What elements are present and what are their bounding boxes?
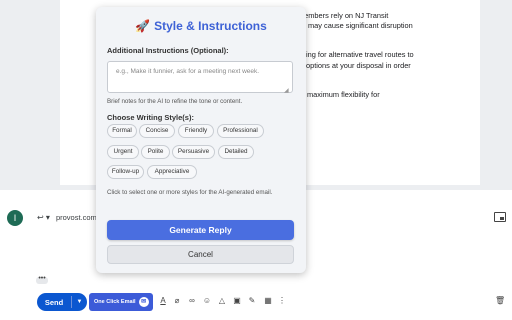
generate-reply-button[interactable]: Generate Reply (107, 220, 294, 240)
style-chip-follow-up[interactable]: Follow-up (107, 165, 144, 179)
writing-styles-label: Choose Writing Style(s): (107, 113, 194, 122)
style-instructions-dialog: 🚀 Style & Instructions Additional Instruc… (96, 7, 306, 273)
instructions-textarea[interactable]: e.g., Make it funnier, ask for a meeting… (107, 61, 293, 93)
more-options-icon[interactable]: ⋮ (277, 296, 287, 306)
avatar: I (7, 210, 23, 226)
instructions-hint: Brief notes for the AI to refine the ton… (107, 98, 243, 105)
link-icon[interactable]: ∞ (187, 296, 197, 306)
popout-icon[interactable] (494, 212, 506, 222)
style-chip-urgent[interactable]: Urgent (107, 145, 139, 159)
send-button[interactable]: Send ▼ (37, 293, 87, 311)
dialog-title: 🚀 Style & Instructions (96, 19, 306, 33)
resize-handle-icon[interactable]: ◢ (284, 87, 289, 94)
trash-icon[interactable]: 🗑 (495, 296, 505, 305)
instructions-label: Additional Instructions (Optional): (107, 46, 229, 55)
rocket-icon: 🚀 (135, 19, 151, 33)
style-chip-appreciative[interactable]: Appreciative (147, 165, 197, 179)
send-button-label: Send (44, 297, 64, 307)
style-chip-polite[interactable]: Polite (141, 145, 170, 159)
email-body-line: ing for alternative travel routes to (306, 50, 414, 59)
styles-hint: Click to select one or more styles for t… (107, 189, 273, 196)
format-text-icon[interactable]: A (158, 296, 168, 306)
reply-icon[interactable]: ↩ ▾ (37, 213, 50, 222)
style-chip-professional[interactable]: Professional (217, 124, 264, 138)
reply-header: ↩ ▾ provost.com (37, 213, 97, 222)
send-options-chevron-icon[interactable]: ▼ (72, 299, 87, 305)
email-body-line: members rely on NJ Transit (298, 11, 389, 20)
drive-icon[interactable]: △ (217, 296, 227, 306)
attach-icon[interactable]: ⌀ (172, 296, 182, 306)
recipient-field[interactable]: provost.com (56, 213, 97, 222)
email-body-line: maximum flexibility for (307, 90, 380, 99)
style-chip-concise[interactable]: Concise (139, 124, 175, 138)
cancel-button[interactable]: Cancel (107, 245, 294, 264)
email-body-line: options at your disposal in order (306, 61, 411, 70)
emoji-icon[interactable]: ☺ (202, 296, 212, 306)
show-trimmed-content-button[interactable]: ••• (36, 275, 48, 284)
one-click-email-label: One Click Email (94, 299, 136, 305)
photo-icon[interactable]: ▣ (232, 296, 242, 306)
style-chip-persuasive[interactable]: Persuasive (172, 145, 215, 159)
dialog-title-text: Style & Instructions (154, 19, 267, 33)
style-chip-friendly[interactable]: Friendly (178, 124, 214, 138)
style-chip-detailed[interactable]: Detailed (218, 145, 254, 159)
schedule-icon[interactable]: ▦ (263, 296, 273, 306)
style-chip-formal[interactable]: Formal (107, 124, 137, 138)
email-body-line: may cause significant disruption (308, 21, 413, 30)
signature-icon[interactable]: ✎ (247, 296, 257, 306)
chat-bubble-icon: ✉ (138, 297, 149, 307)
one-click-email-button[interactable]: One Click Email ✉ (89, 293, 153, 311)
